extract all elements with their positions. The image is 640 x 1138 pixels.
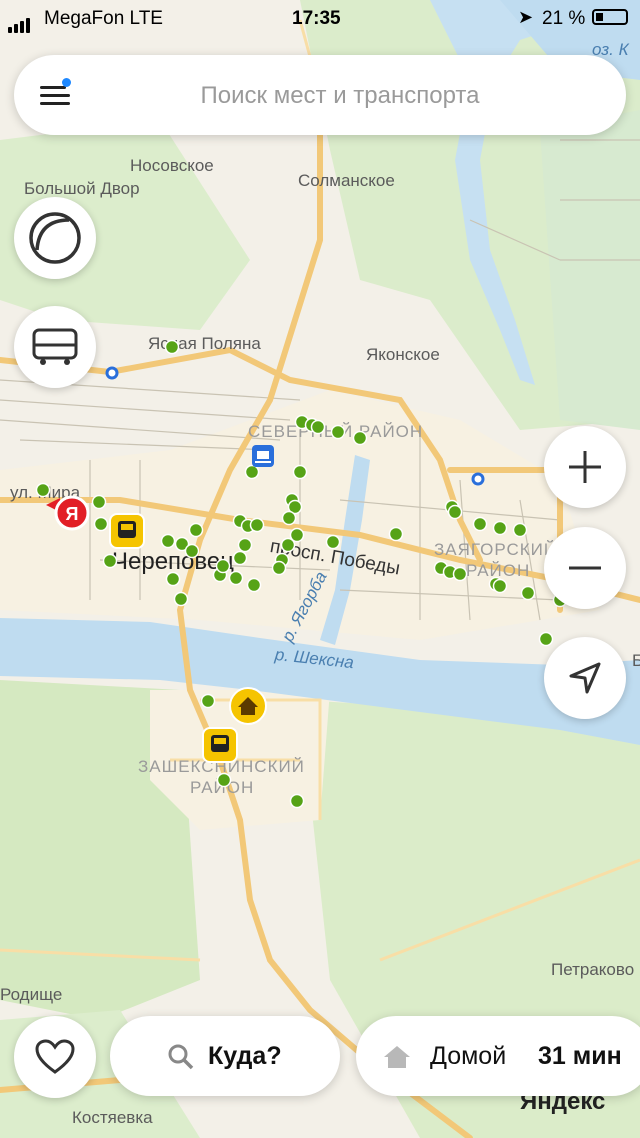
bus-icon [32,328,78,365]
blue-station-markers [105,366,485,486]
carrier-label: MegaFon LTE [44,8,163,29]
clock: 17:35 [292,8,341,29]
home-route-button[interactable]: Домой 31 мин [356,1016,640,1096]
favorites-button[interactable] [14,1016,96,1098]
heart-icon [35,1039,75,1074]
bus-stop-marker-1 [109,513,145,549]
zoom-in-button[interactable] [544,426,626,508]
home-marker [229,687,267,725]
status-bar: MegaFon LTE 17:35 ➤ 21 % [0,0,640,36]
transit-stop-dots [35,339,568,809]
ya-pin-letter: Я [66,504,79,524]
minus-icon [569,566,601,570]
where-to-label: Куда? [208,1042,282,1070]
tram-stop-icon [252,445,274,467]
bus-stop-marker-2 [202,727,238,763]
search-input[interactable]: Поиск мест и транспорта [14,82,626,110]
plus-icon [569,451,601,483]
home-icon [384,1046,410,1068]
my-location-button[interactable] [544,637,626,719]
alice-voice-button[interactable] [14,197,96,279]
battery-icon [592,9,628,25]
location-arrow-icon: ➤ [518,7,534,27]
alice-icon [29,212,81,264]
zoom-out-button[interactable] [544,527,626,609]
navigation-arrow-icon [569,662,601,694]
home-eta: 31 мин [538,1042,622,1070]
search-icon [168,1044,194,1070]
signal-icon [8,11,32,33]
search-bar[interactable]: Поиск мест и транспорта [14,55,626,135]
transport-layer-button[interactable] [14,306,96,388]
home-label: Домой [430,1042,507,1070]
where-to-button[interactable]: Куда? [110,1016,340,1096]
battery-percent: 21 % [542,8,586,29]
